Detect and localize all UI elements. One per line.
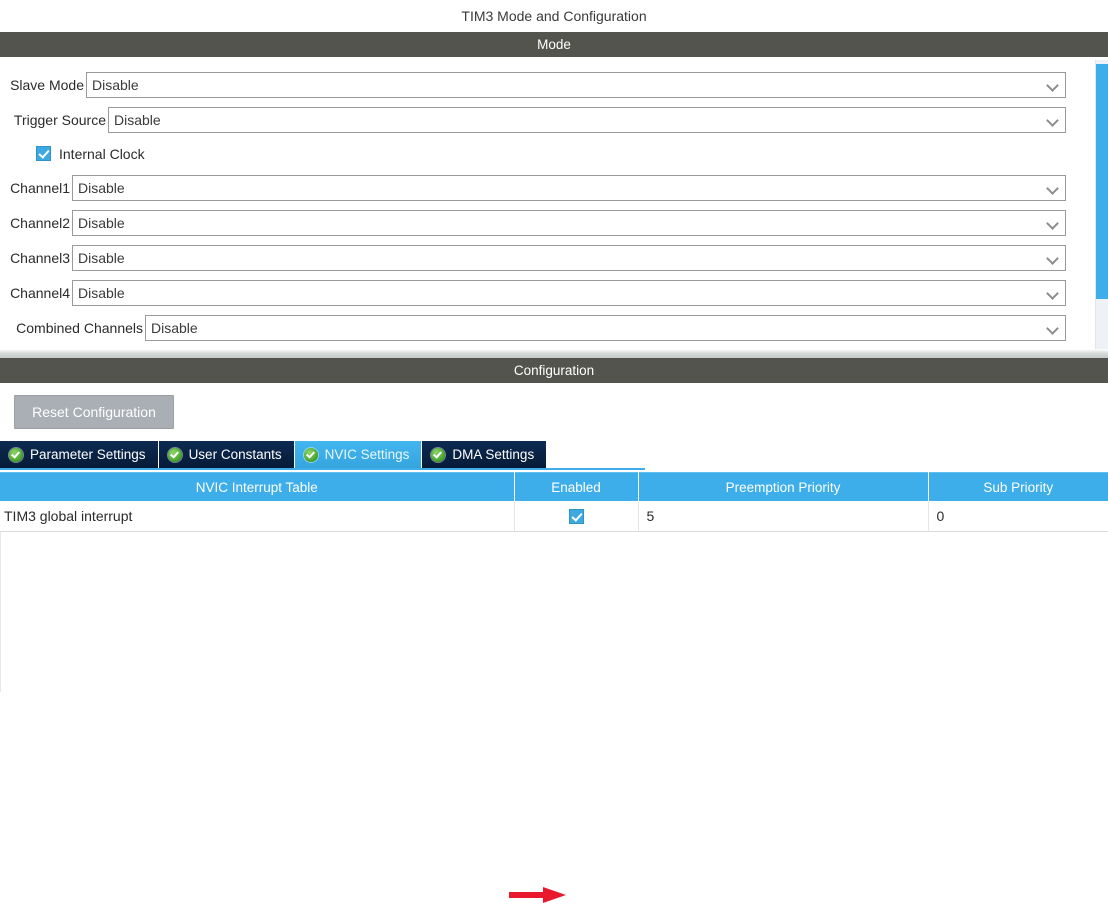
mode-row-label: Channel1 <box>10 179 70 196</box>
internal-clock-label: Internal Clock <box>59 145 145 162</box>
mode-panel: Slave Mode Disable Trigger Source Disable In… <box>0 57 1108 349</box>
column-header-preemption-priority[interactable]: Preemption Priority <box>638 472 929 501</box>
mode-row-label: Trigger Source <box>13 111 106 128</box>
mode-form: Slave Mode Disable Trigger Source Disable In… <box>0 57 1108 345</box>
reset-configuration-button[interactable]: Reset Configuration <box>14 395 174 429</box>
mode-dropdown-value: Disable <box>151 319 198 336</box>
mode-dropdown-value: Disable <box>78 179 125 196</box>
chevron-down-icon <box>1043 176 1065 200</box>
chevron-down-icon <box>1043 281 1065 305</box>
chevron-down-icon <box>1043 108 1065 132</box>
mode-row-label: Channel2 <box>10 214 70 231</box>
mode-row: Slave Mode Disable <box>0 67 1086 102</box>
mode-dropdown-value: Disable <box>78 284 125 301</box>
panel-divider <box>0 349 1108 358</box>
configuration-tabs: Parameter Settings User Constants NVIC Set… <box>0 441 645 470</box>
enabled-checkbox[interactable] <box>568 509 584 525</box>
tab-label: Parameter Settings <box>30 447 146 462</box>
mode-row-label: Channel3 <box>10 249 70 266</box>
mode-dropdown-value: Disable <box>78 214 125 231</box>
tab-parameter-settings[interactable]: Parameter Settings <box>0 441 159 468</box>
scrollbar-thumb[interactable] <box>1096 64 1108 299</box>
sub-priority-cell[interactable]: 0 <box>928 501 1108 532</box>
enabled-cell[interactable] <box>514 501 639 532</box>
mode-dropdown[interactable]: Disable <box>72 279 1066 306</box>
mode-dropdown[interactable]: Disable <box>108 106 1066 133</box>
configuration-section-header: Configuration <box>0 358 1108 383</box>
mode-vertical-scrollbar[interactable] <box>1095 60 1108 349</box>
mode-row-label: Combined Channels <box>16 319 143 336</box>
mode-dropdown[interactable]: Disable <box>72 244 1066 271</box>
table-row[interactable]: TIM3 global interrupt 5 0 <box>0 501 1108 532</box>
internal-clock-row[interactable]: Internal Clock <box>0 137 1086 170</box>
reset-button-row: Reset Configuration <box>0 383 1108 429</box>
interrupt-name-cell: TIM3 global interrupt <box>0 501 515 532</box>
tab-dma-settings[interactable]: DMA Settings <box>422 441 548 468</box>
green-check-icon <box>303 447 318 462</box>
column-header-nvic-interrupt-table[interactable]: NVIC Interrupt Table <box>0 472 515 501</box>
mode-row: Channel2 Disable <box>0 205 1086 240</box>
tab-nvic-settings[interactable]: NVIC Settings <box>294 441 423 468</box>
chevron-down-icon <box>1043 73 1065 97</box>
mode-row: Combined Channels Disable <box>0 310 1086 345</box>
table-header-row: NVIC Interrupt Table Enabled Preemption … <box>0 472 1108 501</box>
mode-dropdown-value: Disable <box>114 111 161 128</box>
chevron-down-icon <box>1043 211 1065 235</box>
green-check-icon <box>431 447 446 462</box>
red-annotation-arrow <box>509 887 566 903</box>
mode-dropdown[interactable]: Disable <box>145 314 1066 341</box>
preemption-priority-cell[interactable]: 5 <box>638 501 929 532</box>
green-check-icon <box>9 447 23 462</box>
mode-row-label: Channel4 <box>10 284 70 301</box>
mode-dropdown-value: Disable <box>78 249 125 266</box>
mode-row: Channel3 Disable <box>0 240 1086 275</box>
mode-row: Channel4 Disable <box>0 275 1086 310</box>
green-check-icon <box>167 447 182 462</box>
page-title: TIM3 Mode and Configuration <box>0 0 1108 32</box>
mode-row: Channel1 Disable <box>0 170 1086 205</box>
tab-user-constants[interactable]: User Constants <box>158 441 295 468</box>
configuration-panel: Reset Configuration Parameter Settings Us… <box>0 383 1108 903</box>
column-header-sub-priority[interactable]: Sub Priority <box>928 472 1108 501</box>
mode-row: Trigger Source Disable <box>0 102 1086 137</box>
tab-label: NVIC Settings <box>324 447 410 462</box>
mode-dropdown[interactable]: Disable <box>72 209 1066 236</box>
internal-clock-checkbox[interactable] <box>36 146 51 161</box>
mode-section-header: Mode <box>0 32 1108 57</box>
tab-label: DMA Settings <box>452 447 535 462</box>
table-empty-area <box>0 532 1108 692</box>
nvic-interrupt-table: NVIC Interrupt Table Enabled Preemption … <box>0 472 1108 532</box>
mode-dropdown[interactable]: Disable <box>86 71 1066 98</box>
chevron-down-icon <box>1043 246 1065 270</box>
mode-dropdown[interactable]: Disable <box>72 174 1066 201</box>
chevron-down-icon <box>1043 316 1065 340</box>
tab-label: User Constants <box>188 447 282 462</box>
mode-dropdown-value: Disable <box>92 76 139 93</box>
column-header-enabled[interactable]: Enabled <box>514 472 639 501</box>
mode-row-label: Slave Mode <box>10 76 84 93</box>
